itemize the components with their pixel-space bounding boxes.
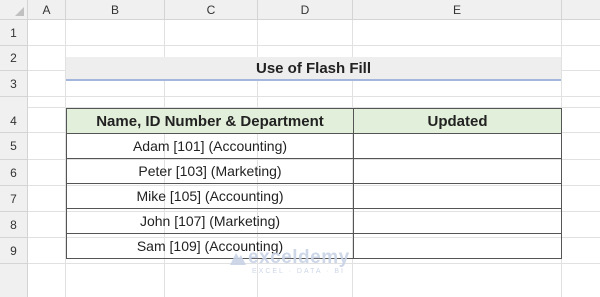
watermark-tagline: EXCEL · DATA · BI [252,268,345,275]
row-header-4[interactable]: 4 [0,97,28,133]
row-header-3[interactable]: 3 [0,71,28,97]
cell-name[interactable]: Mike [105] (Accounting) [66,183,354,209]
row-header-10[interactable] [0,264,28,297]
data-table: Name, ID Number & Department Updated Ada… [66,108,562,259]
column-header-d[interactable]: D [258,0,353,20]
cell-updated[interactable] [353,233,562,259]
column-header-c[interactable]: C [165,0,258,20]
header-updated[interactable]: Updated [353,108,562,134]
exceldemy-logo-icon [230,253,246,265]
sheet-title[interactable]: Use of Flash Fill [66,57,561,81]
select-all-triangle-icon [15,7,24,16]
table-row: Adam [101] (Accounting) [66,133,562,159]
cell-updated[interactable] [353,158,562,184]
cell-name[interactable]: John [107] (Marketing) [66,208,354,234]
table-row: John [107] (Marketing) [66,208,562,234]
cell-updated[interactable] [353,133,562,159]
table-row: Peter [103] (Marketing) [66,158,562,184]
spreadsheet-grid: A B C D E 1 2 3 4 5 6 7 8 9 Use of Flash… [0,0,600,297]
watermark: exceldemy EXCEL · DATA · BI [228,248,350,276]
cell-updated[interactable] [353,208,562,234]
row-header-8[interactable]: 8 [0,212,28,238]
cell-name[interactable]: Peter [103] (Marketing) [66,158,354,184]
column-header-f[interactable] [562,0,600,20]
row-header-5[interactable]: 5 [0,133,28,160]
column-header-a[interactable]: A [28,0,66,20]
row-header-9[interactable]: 9 [0,238,28,264]
table-header-row: Name, ID Number & Department Updated [66,108,562,134]
row-header-6[interactable]: 6 [0,160,28,186]
cell-name[interactable]: Adam [101] (Accounting) [66,133,354,159]
cell-updated[interactable] [353,183,562,209]
watermark-name: exceldemy [248,247,350,268]
row-header-7[interactable]: 7 [0,186,28,212]
row-header-2[interactable]: 2 [0,46,28,71]
row-header-1[interactable]: 1 [0,20,28,46]
header-name-id-department[interactable]: Name, ID Number & Department [66,108,354,134]
column-header-e[interactable]: E [353,0,562,20]
select-all-corner[interactable] [0,0,28,20]
table-row: Mike [105] (Accounting) [66,183,562,209]
column-header-b[interactable]: B [66,0,165,20]
